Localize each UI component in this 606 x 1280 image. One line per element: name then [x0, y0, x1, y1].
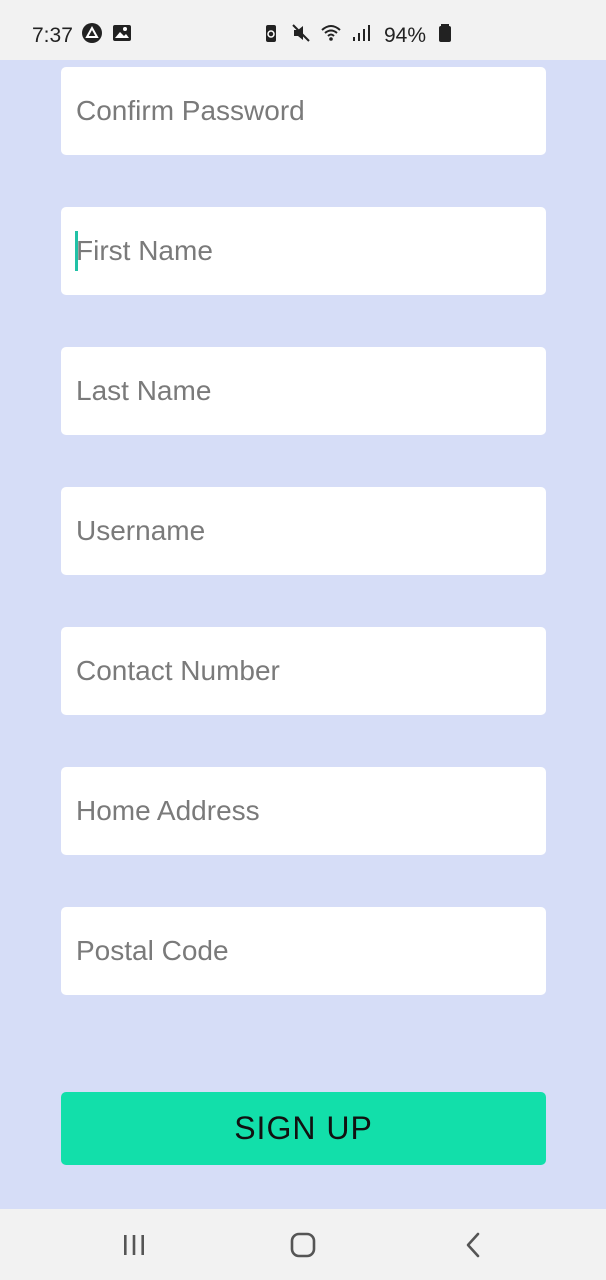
signup-form: SIGN UP [0, 60, 606, 1209]
confirm-password-field-box [61, 67, 546, 155]
contact-number-input[interactable] [61, 627, 546, 715]
status-left: 7:37 [32, 22, 133, 50]
battery-percent: 94% [383, 24, 426, 47]
text-cursor [75, 231, 78, 271]
status-time: 7:37 [32, 24, 73, 47]
sign-up-button[interactable]: SIGN UP [61, 1092, 546, 1165]
confirm-password-input[interactable] [61, 67, 546, 155]
first-name-field-box [61, 207, 546, 295]
home-icon[interactable] [287, 1229, 319, 1261]
android-auto-icon [81, 22, 103, 50]
back-icon[interactable] [458, 1229, 490, 1261]
home-address-field-box [61, 767, 546, 855]
recent-apps-icon[interactable] [118, 1229, 150, 1261]
signal-icon [350, 22, 372, 50]
username-field-box [61, 487, 546, 575]
contact-number-field-box [61, 627, 546, 715]
home-address-input[interactable] [61, 767, 546, 855]
last-name-input[interactable] [61, 347, 546, 435]
username-input[interactable] [61, 487, 546, 575]
last-name-field-box [61, 347, 546, 435]
first-name-input[interactable] [61, 207, 546, 295]
status-right: 94% [260, 22, 456, 50]
battery-saver-icon [260, 22, 282, 50]
postal-code-field-box [61, 907, 546, 995]
navigation-bar [0, 1209, 606, 1280]
gallery-icon [111, 22, 133, 50]
status-bar: 7:37 94% [0, 0, 606, 60]
postal-code-input[interactable] [61, 907, 546, 995]
wifi-icon [320, 22, 342, 50]
mute-icon [290, 22, 312, 50]
battery-icon [434, 22, 456, 50]
